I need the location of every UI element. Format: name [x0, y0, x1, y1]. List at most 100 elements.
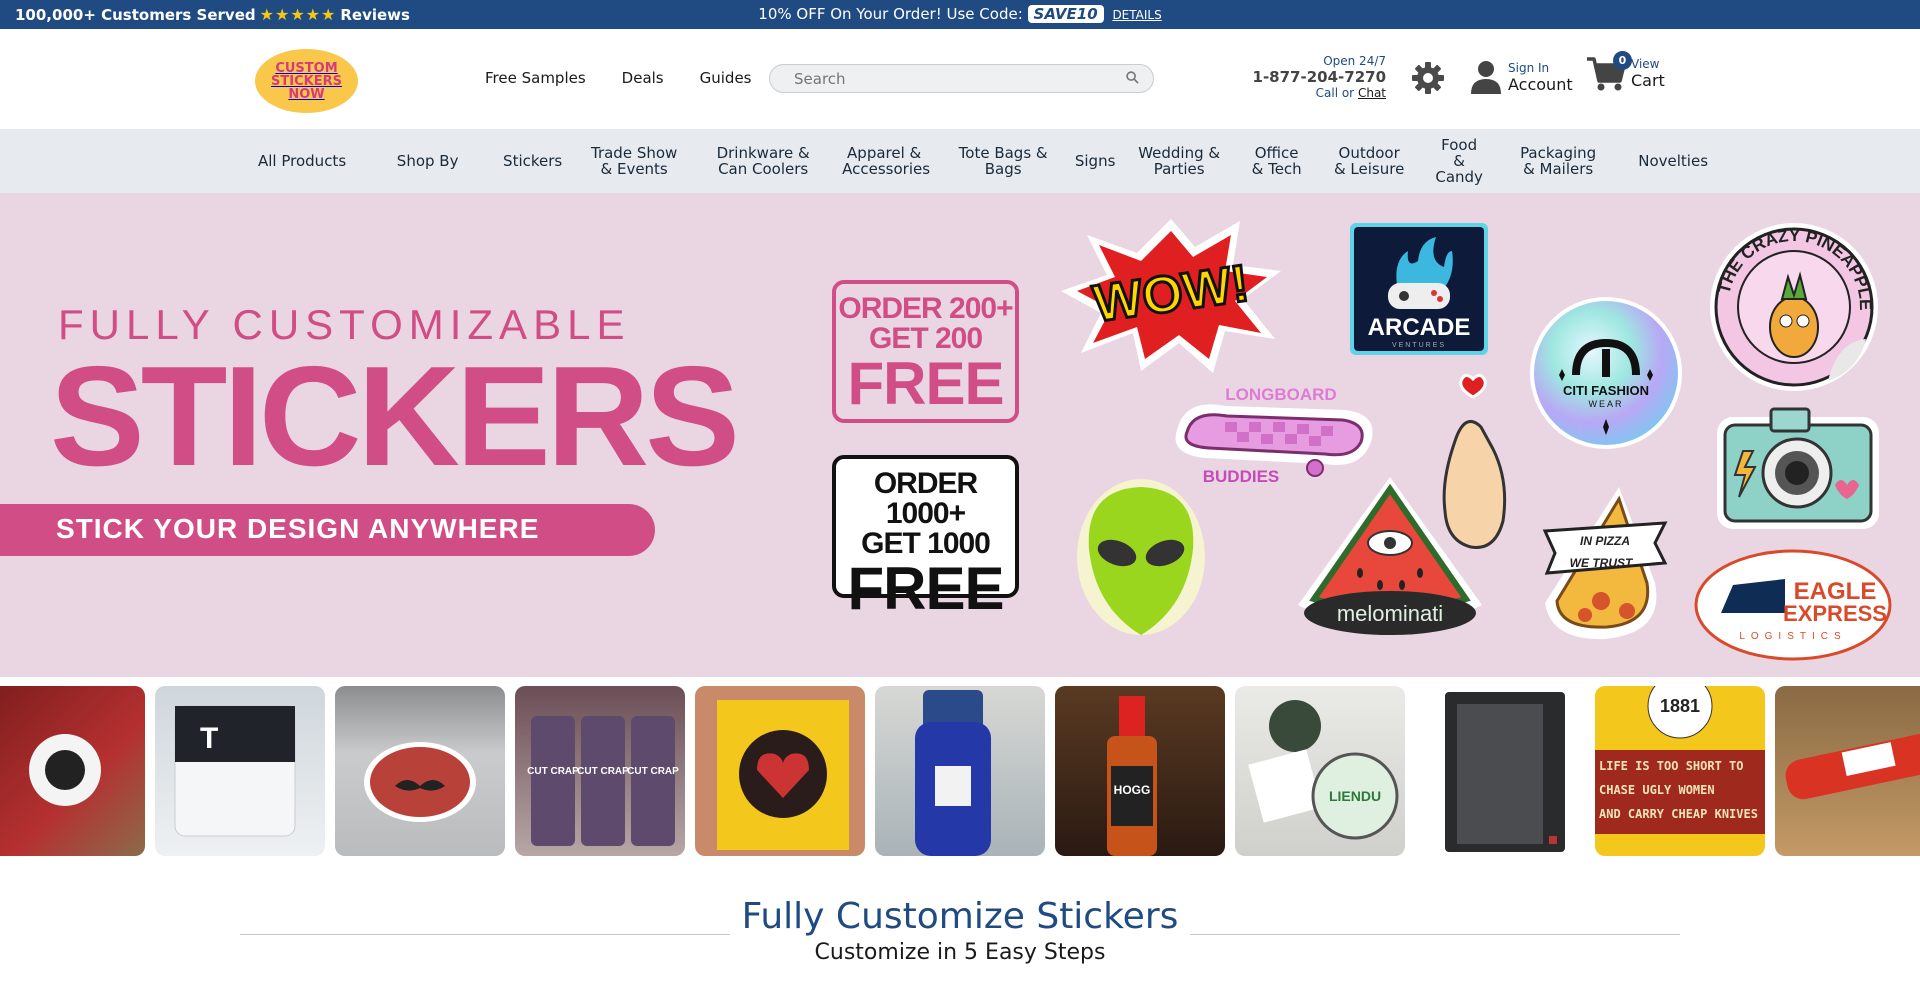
sign-line-2: CHASE UGLY WOMEN — [1599, 783, 1715, 797]
photo-pc-case[interactable] — [1415, 686, 1585, 856]
nav-novelties[interactable]: Novelties — [1617, 153, 1729, 169]
wear-text: WEAR — [1589, 399, 1624, 409]
promo-details-link[interactable]: DETAILS — [1112, 8, 1161, 22]
phone-number[interactable]: 1-877-204-7270 — [1230, 68, 1386, 86]
view-text: View — [1631, 56, 1660, 71]
nav-shop-by[interactable]: Shop By — [360, 153, 495, 169]
search-bar — [769, 64, 1154, 93]
bottle-label: CUT CRAP — [627, 766, 679, 777]
nav-stickers[interactable]: Stickers — [495, 153, 570, 169]
logistics-text: LOGISTICS — [1739, 631, 1846, 642]
photo-content — [717, 700, 849, 850]
longboard-sticker-icon: LONGBOARD BUDDIES — [1175, 385, 1373, 486]
arcade-text: ARCADE — [1368, 314, 1471, 341]
cart-text: Cart — [1631, 70, 1665, 90]
photo-knife-sign[interactable]: 1881 LIFE IS TOO SHORT TO CHASE UGLY WOM… — [1595, 686, 1765, 856]
header-links: Free Samples Deals Guides — [485, 69, 752, 87]
hero-tagline: STICK YOUR DESIGN ANYWHERE — [56, 513, 540, 544]
gear-icon[interactable] — [1410, 60, 1446, 96]
bottle-label: CUT CRAP — [527, 766, 579, 777]
sign-line-3: AND CARRY CHEAP KNIVES — [1599, 807, 1758, 821]
free-samples-link[interactable]: Free Samples — [485, 69, 586, 87]
pineapple-sticker-icon: THE CRAZY PINEAPPLE — [1710, 223, 1878, 391]
liendu-label: LIENDU — [1329, 788, 1381, 804]
longboard-text: LONGBOARD — [1225, 385, 1336, 404]
arcade-sub-text: VENTURES — [1392, 342, 1446, 349]
section-subtitle: Customize in 5 Easy Steps — [814, 940, 1106, 965]
photo-notebook[interactable] — [695, 686, 865, 856]
offer-200-line1: ORDER 200+ — [838, 292, 1013, 325]
deals-link[interactable]: Deals — [622, 69, 664, 87]
promo-code: SAVE10 — [1027, 5, 1104, 23]
photo-content — [1785, 732, 1920, 800]
search-input[interactable] — [794, 65, 1114, 92]
we-trust-text: WE TRUST — [1570, 556, 1634, 570]
nav-outdoor[interactable]: Outdoor & Leisure — [1319, 145, 1419, 177]
section-title: Fully Customize Stickers — [741, 896, 1179, 937]
photo-water-bottle[interactable] — [875, 686, 1045, 856]
express-text: EXPRESS — [1783, 601, 1887, 626]
promo-text: 10% OFF On Your Order! Use Code: — [758, 5, 1023, 23]
buddies-text: BUDDIES — [1203, 467, 1280, 486]
nav-wedding[interactable]: Wedding & Parties — [1124, 145, 1234, 177]
offer-200: ORDER 200+ GET 200 FREE — [832, 280, 1019, 423]
photo-content: CUT CRAP CUT CRAP CUT CRAP — [527, 716, 679, 846]
svg-text:T: T — [200, 722, 218, 755]
photo-jug[interactable]: T — [155, 686, 325, 856]
photo-content — [1445, 692, 1565, 852]
nav-signs[interactable]: Signs — [1066, 153, 1124, 169]
photo-coasters[interactable]: LIENDU — [1235, 686, 1405, 856]
customer-photo-strip: T CUT CRAP CUT CRAP CUT CRAP HOGG LIENDU… — [0, 686, 1920, 856]
nav-packaging[interactable]: Packaging & Mailers — [1499, 145, 1617, 177]
account-link[interactable]: Sign In Account — [1470, 59, 1573, 95]
in-pizza-text: IN PIZZA — [1580, 534, 1630, 548]
offer-1000-line1: ORDER 1000+ — [873, 467, 978, 530]
pizza-sticker-icon: IN PIZZA WE TRUST — [1542, 487, 1668, 640]
nav-apparel[interactable]: Apparel & Accessories — [828, 145, 940, 177]
nav-tote-bags[interactable]: Tote Bags & Bags — [940, 145, 1066, 177]
guides-link[interactable]: Guides — [700, 69, 752, 87]
cart-count-badge: 0 — [1613, 51, 1632, 70]
nav-food[interactable]: Food & Candy — [1419, 137, 1499, 185]
hero-banner[interactable]: FULLY CUSTOMIZABLE STICKERS STICK YOUR D… — [0, 193, 1920, 677]
melominati-text: melominati — [1337, 601, 1443, 626]
photo-content — [915, 690, 991, 856]
category-nav: All Products Shop By Stickers Trade Show… — [0, 129, 1920, 193]
offer-1000-line3: FREE — [847, 555, 1004, 622]
logo-line-3: NOW — [288, 86, 325, 102]
alien-sticker-icon — [1077, 479, 1205, 635]
nav-trade-show[interactable]: Trade Show & Events — [570, 145, 698, 177]
photo-content: LIENDU — [1248, 700, 1399, 840]
bottle-label: CUT CRAP — [577, 766, 629, 777]
photo-content — [29, 734, 101, 806]
nav-all-products[interactable]: All Products — [240, 153, 360, 169]
promo-message: 10% OFF On Your Order! Use Code: SAVE10 … — [0, 5, 1920, 23]
site-logo[interactable]: CUSTOM STICKERS NOW — [255, 49, 358, 113]
hero-heading: STICKERS — [50, 337, 740, 496]
call-or-text: Call or — [1315, 86, 1355, 100]
photo-red-bag[interactable] — [0, 686, 145, 856]
hogg-label: HOGG — [1114, 783, 1151, 797]
photo-bottles[interactable]: CUT CRAP CUT CRAP CUT CRAP — [515, 686, 685, 856]
nav-drinkware[interactable]: Drinkware & Can Coolers — [698, 145, 828, 177]
promo-bar: 100,000+ Customers Served ★★★★★ Reviews … — [0, 0, 1920, 29]
photo-laptop[interactable] — [335, 686, 505, 856]
search-icon[interactable] — [1126, 71, 1139, 84]
account-text: Account — [1508, 74, 1573, 94]
sign-in-text: Sign In — [1508, 60, 1550, 75]
citi-text: CITI FASHION — [1563, 383, 1649, 398]
offer-200-line3: FREE — [847, 350, 1004, 417]
nav-office[interactable]: Office & Tech — [1234, 145, 1319, 177]
sign-line-1: LIFE IS TOO SHORT TO — [1599, 759, 1744, 773]
photo-marker[interactable] — [1775, 686, 1920, 856]
camera-sticker-icon — [1717, 407, 1879, 529]
watermelon-sticker-icon: melominati — [1298, 477, 1482, 635]
offer-1000: ORDER 1000+ GET 1000 FREE — [832, 455, 1019, 619]
cart-link[interactable]: 0 View Cart — [1585, 51, 1665, 93]
chat-link[interactable]: Chat — [1358, 86, 1386, 100]
wow-sticker-icon: WOW! — [1061, 219, 1281, 373]
photo-hot-sauce[interactable]: HOGG — [1055, 686, 1225, 856]
badge-1881: 1881 — [1660, 696, 1700, 716]
call-or-chat: Call or Chat — [1230, 86, 1386, 100]
photo-content: T — [174, 705, 296, 837]
